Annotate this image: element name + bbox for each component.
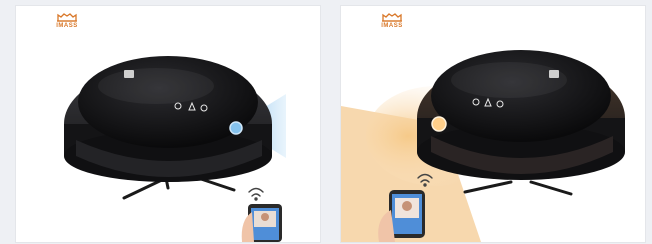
robot-vacuum-scene [64, 56, 286, 242]
lid-logo-mark [124, 70, 134, 78]
phone-icon [389, 190, 425, 238]
lid-logo-mark [549, 70, 559, 78]
side-brush [463, 180, 573, 196]
wifi-icon [248, 187, 264, 201]
front-sensor [229, 121, 243, 135]
front-sensor [431, 116, 447, 132]
product-image-panel-left: IMASS [16, 6, 320, 242]
product-image-panel-right: IMASS [341, 6, 645, 242]
hand [241, 212, 254, 242]
robot-vacuum-scene [341, 50, 625, 242]
